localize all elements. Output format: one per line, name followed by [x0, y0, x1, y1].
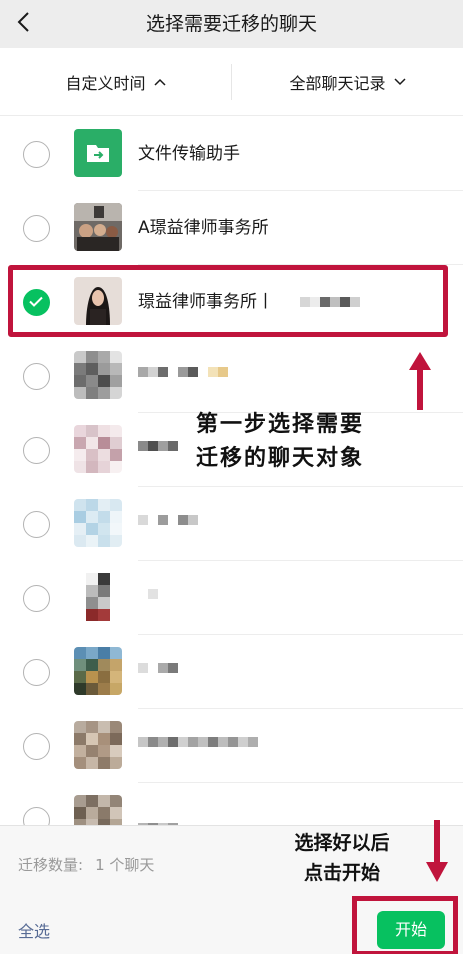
- blurred-name: [138, 589, 158, 607]
- radio-button[interactable]: [23, 215, 50, 242]
- chat-row[interactable]: 文件传输助手: [0, 117, 463, 191]
- time-filter-label: 自定义时间: [65, 74, 146, 93]
- blurred-name: [138, 367, 228, 385]
- start-button[interactable]: 开始: [377, 911, 445, 949]
- blurred-name: [138, 441, 178, 459]
- avatar: [74, 795, 122, 825]
- radio-button[interactable]: [23, 659, 50, 686]
- radio-button[interactable]: [23, 733, 50, 760]
- start-button-highlight-box: 开始: [352, 896, 458, 954]
- migrate-count: 迁移数量: 1 个聊天: [18, 854, 154, 875]
- avatar: [74, 277, 122, 325]
- chat-name: 璟益律师事务所丨: [138, 292, 274, 312]
- chat-row[interactable]: [0, 339, 463, 413]
- step1-line2: 迁移的聊天对象: [196, 446, 365, 471]
- chat-row-selected[interactable]: 璟益律师事务所丨: [0, 265, 463, 339]
- step2-line1: 选择好以后: [294, 832, 390, 854]
- radio-button[interactable]: [23, 437, 50, 464]
- migrate-count-label: 迁移数量:: [18, 856, 84, 874]
- radio-button[interactable]: [23, 511, 50, 538]
- avatar: [74, 499, 122, 547]
- blurred-name: [300, 297, 360, 315]
- arrow-down-icon: [424, 818, 450, 890]
- avatar: [74, 573, 122, 621]
- avatar: [74, 647, 122, 695]
- chat-type-filter-label: 全部聊天记录: [289, 74, 386, 93]
- avatar: [74, 203, 122, 251]
- top-bar: 选择需要迁移的聊天: [0, 0, 463, 48]
- checkmark-icon: [29, 296, 43, 307]
- avatar: [74, 721, 122, 769]
- step2-annotation: 选择好以后 点击开始: [272, 828, 412, 888]
- blurred-name: [138, 515, 198, 533]
- file-transfer-icon: [74, 129, 122, 177]
- radio-button[interactable]: [23, 141, 50, 168]
- chat-name: 文件传输助手: [138, 144, 240, 164]
- chat-row[interactable]: [0, 487, 463, 561]
- step1-line1: 第一步选择需要: [196, 412, 365, 437]
- step1-annotation: 第一步选择需要 迁移的聊天对象: [196, 408, 436, 476]
- avatar: [74, 425, 122, 473]
- blurred-name: [138, 663, 178, 681]
- bottom-bar: 迁移数量: 1 个聊天 全选 选择好以后 点击开始 开始: [0, 825, 463, 954]
- radio-button[interactable]: [23, 585, 50, 612]
- select-all-button[interactable]: 全选: [18, 918, 50, 942]
- step2-line2: 点击开始: [303, 862, 380, 884]
- radio-button[interactable]: [23, 363, 50, 390]
- filter-bar: 自定义时间 全部聊天记录: [0, 48, 463, 116]
- time-filter-dropdown[interactable]: 自定义时间: [0, 48, 231, 116]
- chevron-down-icon: [393, 78, 406, 86]
- chevron-up-icon: [153, 78, 166, 86]
- chat-row[interactable]: [0, 783, 463, 825]
- migrate-count-value: 1 个聊天: [95, 856, 155, 874]
- page-title: 选择需要迁移的聊天: [145, 13, 317, 35]
- chat-row[interactable]: [0, 561, 463, 635]
- chat-name: A璟益律师事务所: [138, 218, 269, 238]
- radio-button[interactable]: [23, 807, 50, 825]
- chat-type-filter-dropdown[interactable]: 全部聊天记录: [232, 48, 463, 116]
- blurred-name: [138, 737, 258, 755]
- chat-row[interactable]: [0, 635, 463, 709]
- avatar: [74, 351, 122, 399]
- chat-row[interactable]: [0, 709, 463, 783]
- chat-row[interactable]: A璟益律师事务所: [0, 191, 463, 265]
- radio-button-checked[interactable]: [23, 289, 50, 316]
